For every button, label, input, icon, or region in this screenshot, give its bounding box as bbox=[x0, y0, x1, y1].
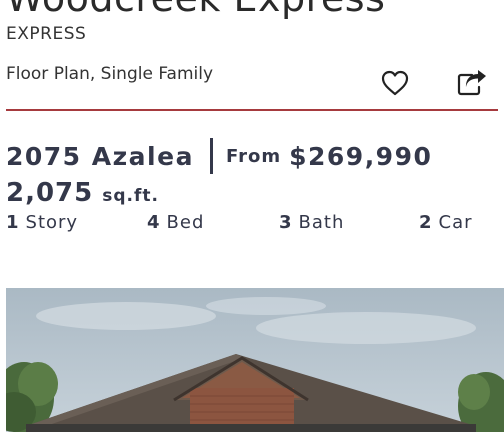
series-label: EXPRESS bbox=[6, 24, 87, 44]
plan-name: 2075 Azalea bbox=[6, 141, 194, 171]
square-footage: 2,075 sq.ft. bbox=[6, 178, 159, 208]
community-title: Woodcreek Express bbox=[6, 0, 385, 20]
price-row: 2075 Azalea From $269,990 bbox=[6, 138, 432, 174]
plan-price: $269,990 bbox=[289, 141, 433, 171]
price-from-label: From bbox=[225, 145, 282, 167]
spec-bedrooms: 4 Bed bbox=[147, 212, 204, 233]
sqft-unit: sq.ft. bbox=[102, 186, 159, 206]
favorite-button[interactable] bbox=[378, 66, 412, 100]
share-button[interactable] bbox=[455, 66, 489, 100]
spec-garage-label: Car bbox=[438, 212, 473, 233]
header-divider bbox=[6, 109, 498, 111]
spec-bathrooms-label: Bath bbox=[298, 212, 345, 233]
spec-bedrooms-label: Bed bbox=[166, 212, 205, 233]
heart-icon bbox=[380, 69, 410, 97]
share-icon bbox=[456, 69, 488, 97]
spec-bathrooms-count: 3 bbox=[279, 212, 292, 233]
spec-stories-label: Story bbox=[25, 212, 79, 233]
plan-type-label: Floor Plan, Single Family bbox=[6, 64, 214, 84]
spec-stories: 1 Story bbox=[6, 212, 78, 233]
spec-stories-count: 1 bbox=[6, 212, 19, 233]
spec-bedrooms-count: 4 bbox=[147, 212, 160, 233]
plan-specs: 1 Story 4 Bed 3 Bath 2 Car bbox=[0, 212, 504, 236]
spec-bathrooms: 3 Bath bbox=[279, 212, 344, 233]
home-exterior-photo[interactable] bbox=[6, 288, 504, 432]
sqft-value: 2,075 bbox=[6, 178, 94, 208]
title-separator bbox=[209, 138, 213, 174]
spec-garage: 2 Car bbox=[419, 212, 473, 233]
spec-garage-count: 2 bbox=[419, 212, 432, 233]
